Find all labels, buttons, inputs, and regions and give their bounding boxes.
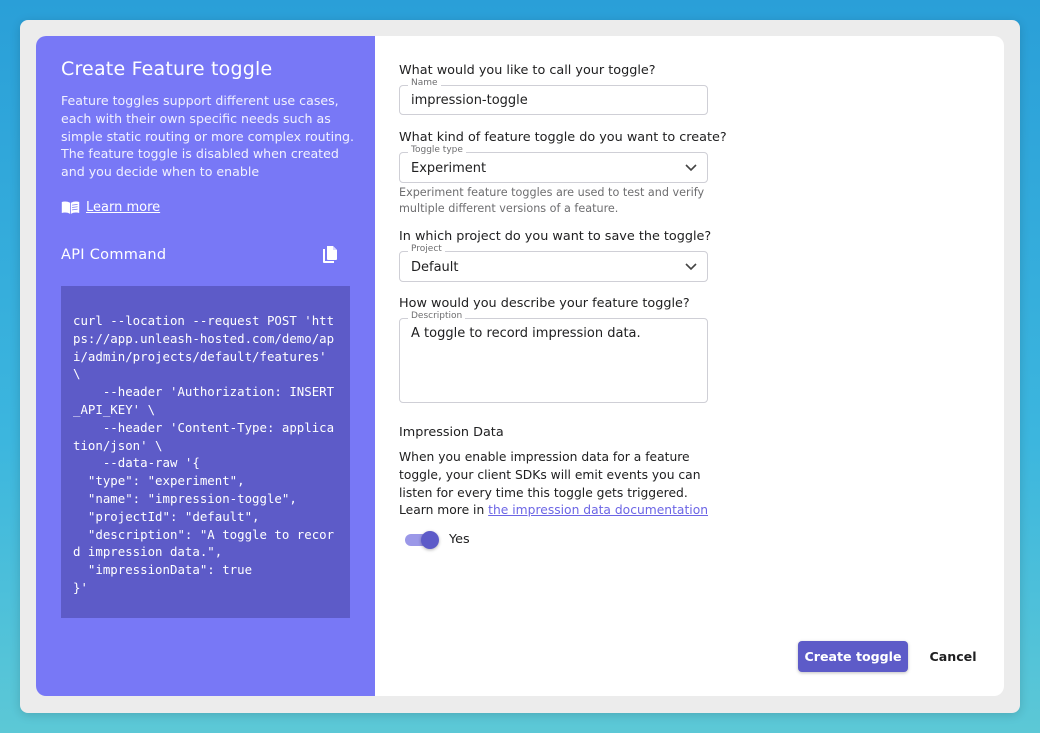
toggle-type-label: Toggle type xyxy=(408,145,466,155)
create-feature-toggle-modal: Create Feature toggle Feature toggles su… xyxy=(36,36,1004,696)
project-select[interactable]: Project Default xyxy=(399,244,708,282)
description-label: Description xyxy=(408,311,466,321)
impression-data-title: Impression Data xyxy=(399,425,504,440)
impression-docs-link[interactable]: the impression data documentation xyxy=(488,503,708,517)
switch-thumb xyxy=(421,530,439,549)
impression-data-switch[interactable]: Yes xyxy=(405,530,470,549)
type-question: What kind of feature toggle do you want … xyxy=(399,130,727,145)
switch-label: Yes xyxy=(449,532,470,547)
cancel-button[interactable]: Cancel xyxy=(918,641,988,672)
toggle-type-select[interactable]: Toggle type Experiment xyxy=(399,145,708,183)
name-field[interactable]: Name impression-toggle xyxy=(399,78,708,115)
api-command-title: API Command xyxy=(61,247,167,263)
api-command-code: curl --location --request POST 'https://… xyxy=(61,286,350,618)
form-panel: What would you like to call your toggle?… xyxy=(399,36,1004,696)
copy-icon[interactable] xyxy=(321,245,339,265)
learn-more-link[interactable]: Learn more xyxy=(61,200,160,215)
description-question: How would you describe your feature togg… xyxy=(399,296,690,311)
chevron-down-icon xyxy=(685,263,697,271)
learn-more-label: Learn more xyxy=(86,200,161,215)
create-toggle-button[interactable]: Create toggle xyxy=(798,641,908,672)
impression-data-text: When you enable impression data for a fe… xyxy=(399,449,719,520)
name-field-value: impression-toggle xyxy=(411,93,528,108)
project-label: Project xyxy=(408,244,445,254)
name-field-label: Name xyxy=(408,78,441,88)
chevron-down-icon xyxy=(685,164,697,172)
sidebar-description: Feature toggles support different use ca… xyxy=(61,93,355,180)
name-question: What would you like to call your toggle? xyxy=(399,63,656,78)
switch-track xyxy=(405,530,439,549)
project-question: In which project do you want to save the… xyxy=(399,229,712,244)
description-value: A toggle to record impression data. xyxy=(411,326,641,341)
toggle-type-value: Experiment xyxy=(411,161,487,176)
description-textarea[interactable]: Description A toggle to record impressio… xyxy=(399,311,708,403)
sidebar-title: Create Feature toggle xyxy=(61,58,273,80)
project-value: Default xyxy=(411,260,459,275)
sidebar-panel: Create Feature toggle Feature toggles su… xyxy=(36,36,375,696)
book-icon xyxy=(61,201,80,214)
toggle-type-help: Experiment feature toggles are used to t… xyxy=(399,186,705,215)
